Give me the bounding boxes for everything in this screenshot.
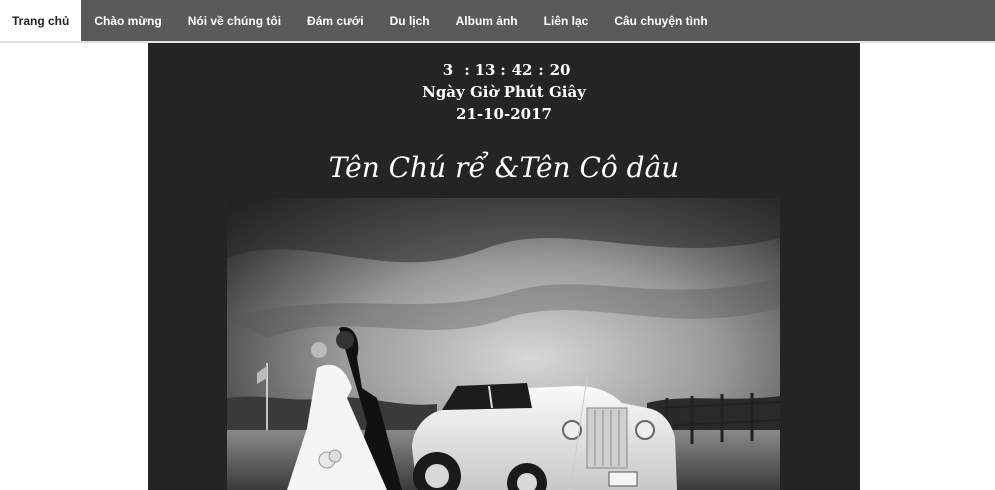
nav-item-wedding[interactable]: Đám cưới	[294, 0, 377, 41]
countdown-separator: :	[464, 61, 470, 79]
nav-item-travel[interactable]: Du lịch	[377, 0, 443, 41]
wedding-date: 21-10-2017	[456, 105, 552, 123]
countdown-seconds: 20	[549, 61, 571, 79]
wedding-photo	[227, 198, 780, 490]
nav-item-contact[interactable]: Liên lạc	[531, 0, 602, 41]
countdown-separator: :	[500, 61, 506, 79]
nav-item-love-story[interactable]: Câu chuyện tình	[601, 0, 720, 41]
countdown-timer: 3 : 13 : 42 : 20	[148, 61, 860, 79]
nav-item-about-us[interactable]: Nói về chúng tôi	[175, 0, 294, 41]
nav-item-photo-album[interactable]: Album ảnh	[443, 0, 531, 41]
countdown-days: 3	[442, 61, 454, 79]
countdown-hours: 13	[474, 61, 496, 79]
countdown-separator: :	[538, 61, 544, 79]
top-navigation: Trang chủ Chào mừng Nói về chúng tôi Đám…	[0, 0, 995, 41]
countdown-minutes: 42	[511, 61, 533, 79]
countdown-units-label: Ngày Giờ Phút Giây	[422, 83, 586, 101]
couple-names-title: Tên Chú rể &Tên Cô dâu	[328, 151, 680, 184]
nav-item-home[interactable]: Trang chủ	[0, 0, 82, 41]
main-content-panel: 3 : 13 : 42 : 20 Ngày Giờ Phút Giây 21-1…	[148, 43, 860, 490]
nav-item-welcome[interactable]: Chào mừng	[81, 0, 174, 41]
